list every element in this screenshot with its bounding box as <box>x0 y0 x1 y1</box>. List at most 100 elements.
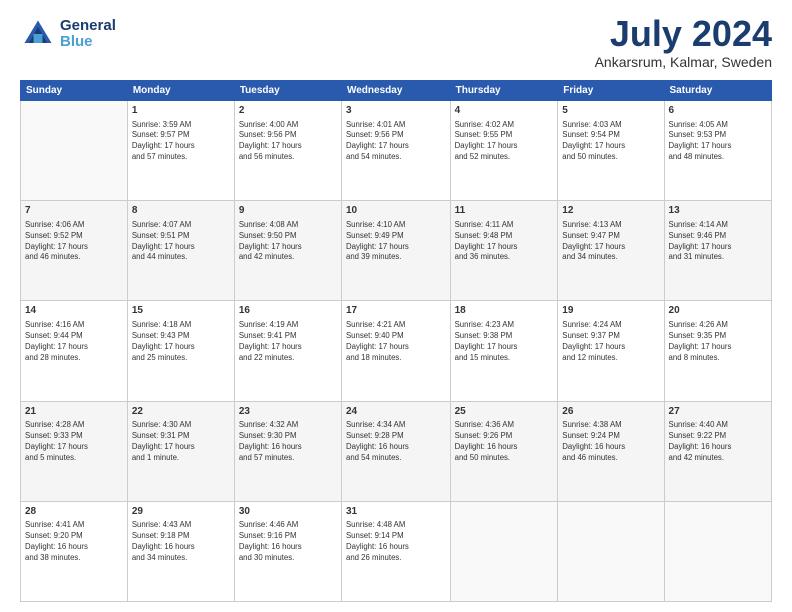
calendar-table: Sunday Monday Tuesday Wednesday Thursday… <box>20 80 772 602</box>
day-info: Sunrise: 4:28 AM Sunset: 9:33 PM Dayligh… <box>25 420 123 464</box>
day-number: 26 <box>562 405 659 419</box>
calendar-day: 9 Sunrise: 4:08 AM Sunset: 9:50 PM Daylig… <box>234 201 341 301</box>
day-info: Sunrise: 4:03 AM Sunset: 9:54 PM Dayligh… <box>562 120 659 164</box>
calendar-day: 29Sunrise: 4:43 AM Sunset: 9:18 PM Dayli… <box>127 501 234 601</box>
calendar-day: 7 Sunrise: 4:06 AM Sunset: 9:52 PM Daylig… <box>21 201 128 301</box>
day-info: Sunrise: 4:38 AM Sunset: 9:24 PM Dayligh… <box>562 420 659 464</box>
calendar-header-row: Sunday Monday Tuesday Wednesday Thursday… <box>21 81 772 101</box>
day-number: 16 <box>239 304 337 318</box>
day-info: Sunrise: 4:23 AM Sunset: 9:38 PM Dayligh… <box>455 320 554 364</box>
day-info: Sunrise: 4:30 AM Sunset: 9:31 PM Dayligh… <box>132 420 230 464</box>
day-number: 30 <box>239 505 337 519</box>
day-number: 15 <box>132 304 230 318</box>
day-info: Sunrise: 4:34 AM Sunset: 9:28 PM Dayligh… <box>346 420 446 464</box>
calendar-day: 15 Sunrise: 4:18 AM Sunset: 9:43 PM Dayli… <box>127 301 234 401</box>
day-number: 7 <box>25 204 123 218</box>
calendar-day: 23Sunrise: 4:32 AM Sunset: 9:30 PM Dayli… <box>234 401 341 501</box>
day-number: 14 <box>25 304 123 318</box>
day-info: Sunrise: 4:07 AM Sunset: 9:51 PM Dayligh… <box>132 220 230 264</box>
day-number: 10 <box>346 204 446 218</box>
day-number: 31 <box>346 505 446 519</box>
calendar-day: 20Sunrise: 4:26 AM Sunset: 9:35 PM Dayli… <box>664 301 771 401</box>
day-number: 3 <box>346 104 446 118</box>
day-info: Sunrise: 4:05 AM Sunset: 9:53 PM Dayligh… <box>669 120 767 164</box>
header: General Blue July 2024 Ankarsrum, Kalmar… <box>20 16 772 70</box>
calendar-day: 22Sunrise: 4:30 AM Sunset: 9:31 PM Dayli… <box>127 401 234 501</box>
title-block: July 2024 Ankarsrum, Kalmar, Sweden <box>595 16 772 70</box>
calendar-day: 1 Sunrise: 3:59 AM Sunset: 9:57 PM Daylig… <box>127 101 234 201</box>
header-saturday: Saturday <box>664 81 771 101</box>
calendar-day: 3 Sunrise: 4:01 AM Sunset: 9:56 PM Daylig… <box>341 101 450 201</box>
calendar-week-3: 14 Sunrise: 4:16 AM Sunset: 9:44 PM Dayli… <box>21 301 772 401</box>
day-info: Sunrise: 4:00 AM Sunset: 9:56 PM Dayligh… <box>239 120 337 164</box>
day-info: Sunrise: 4:11 AM Sunset: 9:48 PM Dayligh… <box>455 220 554 264</box>
calendar-day: 25Sunrise: 4:36 AM Sunset: 9:26 PM Dayli… <box>450 401 558 501</box>
calendar-day: 27Sunrise: 4:40 AM Sunset: 9:22 PM Dayli… <box>664 401 771 501</box>
calendar-day: 28Sunrise: 4:41 AM Sunset: 9:20 PM Dayli… <box>21 501 128 601</box>
day-info: Sunrise: 4:02 AM Sunset: 9:55 PM Dayligh… <box>455 120 554 164</box>
day-number: 29 <box>132 505 230 519</box>
calendar-day: 2 Sunrise: 4:00 AM Sunset: 9:56 PM Daylig… <box>234 101 341 201</box>
day-number: 6 <box>669 104 767 118</box>
day-info: Sunrise: 4:46 AM Sunset: 9:16 PM Dayligh… <box>239 520 337 564</box>
header-thursday: Thursday <box>450 81 558 101</box>
day-number: 2 <box>239 104 337 118</box>
calendar-day: 26Sunrise: 4:38 AM Sunset: 9:24 PM Dayli… <box>558 401 664 501</box>
logo: General Blue <box>20 16 116 52</box>
day-info: Sunrise: 4:06 AM Sunset: 9:52 PM Dayligh… <box>25 220 123 264</box>
calendar-day <box>558 501 664 601</box>
page: General Blue July 2024 Ankarsrum, Kalmar… <box>0 0 792 612</box>
header-monday: Monday <box>127 81 234 101</box>
day-info: Sunrise: 4:19 AM Sunset: 9:41 PM Dayligh… <box>239 320 337 364</box>
calendar-week-5: 28Sunrise: 4:41 AM Sunset: 9:20 PM Dayli… <box>21 501 772 601</box>
day-number: 4 <box>455 104 554 118</box>
day-info: Sunrise: 4:36 AM Sunset: 9:26 PM Dayligh… <box>455 420 554 464</box>
day-info: Sunrise: 4:21 AM Sunset: 9:40 PM Dayligh… <box>346 320 446 364</box>
day-info: Sunrise: 4:08 AM Sunset: 9:50 PM Dayligh… <box>239 220 337 264</box>
header-wednesday: Wednesday <box>341 81 450 101</box>
calendar-day: 17 Sunrise: 4:21 AM Sunset: 9:40 PM Dayli… <box>341 301 450 401</box>
day-number: 12 <box>562 204 659 218</box>
calendar-week-2: 7 Sunrise: 4:06 AM Sunset: 9:52 PM Daylig… <box>21 201 772 301</box>
day-number: 5 <box>562 104 659 118</box>
calendar-day <box>450 501 558 601</box>
calendar-day: 6 Sunrise: 4:05 AM Sunset: 9:53 PM Daylig… <box>664 101 771 201</box>
calendar-day: 11 Sunrise: 4:11 AM Sunset: 9:48 PM Dayli… <box>450 201 558 301</box>
calendar-day: 21Sunrise: 4:28 AM Sunset: 9:33 PM Dayli… <box>21 401 128 501</box>
day-info: Sunrise: 4:16 AM Sunset: 9:44 PM Dayligh… <box>25 320 123 364</box>
day-number: 17 <box>346 304 446 318</box>
calendar-day: 14 Sunrise: 4:16 AM Sunset: 9:44 PM Dayli… <box>21 301 128 401</box>
header-tuesday: Tuesday <box>234 81 341 101</box>
day-number: 8 <box>132 204 230 218</box>
calendar-day: 8 Sunrise: 4:07 AM Sunset: 9:51 PM Daylig… <box>127 201 234 301</box>
day-info: Sunrise: 4:18 AM Sunset: 9:43 PM Dayligh… <box>132 320 230 364</box>
calendar-day: 13Sunrise: 4:14 AM Sunset: 9:46 PM Dayli… <box>664 201 771 301</box>
day-number: 19 <box>562 304 659 318</box>
day-number: 18 <box>455 304 554 318</box>
day-number: 1 <box>132 104 230 118</box>
calendar-day <box>21 101 128 201</box>
day-number: 21 <box>25 405 123 419</box>
calendar-day: 10Sunrise: 4:10 AM Sunset: 9:49 PM Dayli… <box>341 201 450 301</box>
day-info: Sunrise: 4:01 AM Sunset: 9:56 PM Dayligh… <box>346 120 446 164</box>
day-info: Sunrise: 4:24 AM Sunset: 9:37 PM Dayligh… <box>562 320 659 364</box>
day-number: 11 <box>455 204 554 218</box>
calendar-day: 12Sunrise: 4:13 AM Sunset: 9:47 PM Dayli… <box>558 201 664 301</box>
day-info: Sunrise: 4:48 AM Sunset: 9:14 PM Dayligh… <box>346 520 446 564</box>
day-number: 27 <box>669 405 767 419</box>
day-number: 13 <box>669 204 767 218</box>
day-info: Sunrise: 3:59 AM Sunset: 9:57 PM Dayligh… <box>132 120 230 164</box>
day-info: Sunrise: 4:43 AM Sunset: 9:18 PM Dayligh… <box>132 520 230 564</box>
day-number: 23 <box>239 405 337 419</box>
calendar-day: 16 Sunrise: 4:19 AM Sunset: 9:41 PM Dayli… <box>234 301 341 401</box>
calendar-week-4: 21Sunrise: 4:28 AM Sunset: 9:33 PM Dayli… <box>21 401 772 501</box>
calendar-day <box>664 501 771 601</box>
calendar-week-1: 1 Sunrise: 3:59 AM Sunset: 9:57 PM Daylig… <box>21 101 772 201</box>
calendar-day: 19 Sunrise: 4:24 AM Sunset: 9:37 PM Dayli… <box>558 301 664 401</box>
day-info: Sunrise: 4:40 AM Sunset: 9:22 PM Dayligh… <box>669 420 767 464</box>
calendar-day: 30Sunrise: 4:46 AM Sunset: 9:16 PM Dayli… <box>234 501 341 601</box>
day-number: 9 <box>239 204 337 218</box>
calendar-day: 5 Sunrise: 4:03 AM Sunset: 9:54 PM Daylig… <box>558 101 664 201</box>
day-number: 22 <box>132 405 230 419</box>
subtitle: Ankarsrum, Kalmar, Sweden <box>595 54 772 70</box>
